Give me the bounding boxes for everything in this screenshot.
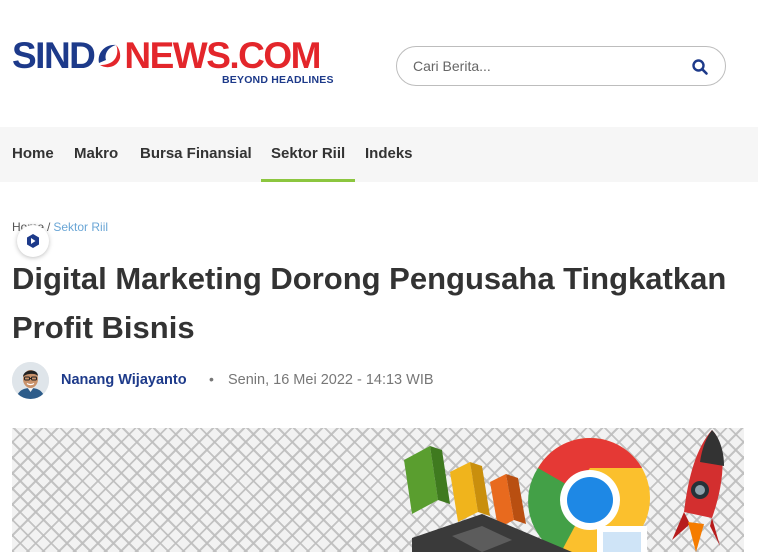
floating-widget-button[interactable]: [17, 225, 49, 257]
publish-date: Senin, 16 Mei 2022 - 14:13 WIB: [228, 372, 434, 388]
bar-chart-graphic: [404, 446, 526, 528]
breadcrumb-current[interactable]: Sektor Riil: [53, 220, 108, 234]
author-name[interactable]: Nanang Wijayanto: [61, 372, 187, 388]
main-nav: Home Makro Bursa Finansial Sektor Riil I…: [0, 127, 758, 182]
meta-separator: •: [209, 371, 214, 387]
nav-item-home[interactable]: Home: [12, 127, 54, 182]
search-icon[interactable]: [691, 58, 709, 76]
logo-swoosh-icon: [99, 44, 121, 68]
article-hero-image: [12, 428, 744, 552]
logo-left-text: SIND: [12, 35, 96, 76]
nav-item-makro[interactable]: Makro: [74, 127, 118, 182]
site-header: SIND NEWS.COM BEYOND HEADLINES: [0, 0, 758, 127]
rocket-graphic: [672, 430, 724, 552]
widget-hex-icon: [27, 234, 39, 248]
search-input[interactable]: [413, 56, 683, 76]
logo-wordmark: SIND NEWS.COM: [12, 35, 322, 76]
nav-item-bursa-finansial[interactable]: Bursa Finansial: [140, 127, 252, 182]
site-logo[interactable]: SIND NEWS.COM BEYOND HEADLINES: [12, 35, 342, 88]
author-avatar[interactable]: [12, 362, 49, 399]
nav-item-indeks[interactable]: Indeks: [365, 127, 413, 182]
nav-item-sektor-riil[interactable]: Sektor Riil: [261, 127, 355, 182]
digital-marketing-illustration: [404, 430, 724, 552]
logo-tagline: BEYOND HEADLINES: [222, 74, 334, 86]
article-title: Digital Marketing Dorong Pengusaha Tingk…: [12, 261, 727, 345]
search-bar: [396, 46, 726, 86]
logo-right-text: NEWS.COM: [124, 35, 321, 76]
article-meta: Nanang Wijayanto • Senin, 16 Mei 2022 - …: [12, 362, 752, 400]
avatar-portrait-icon: [12, 362, 49, 399]
breadcrumb-separator: /: [47, 220, 51, 234]
